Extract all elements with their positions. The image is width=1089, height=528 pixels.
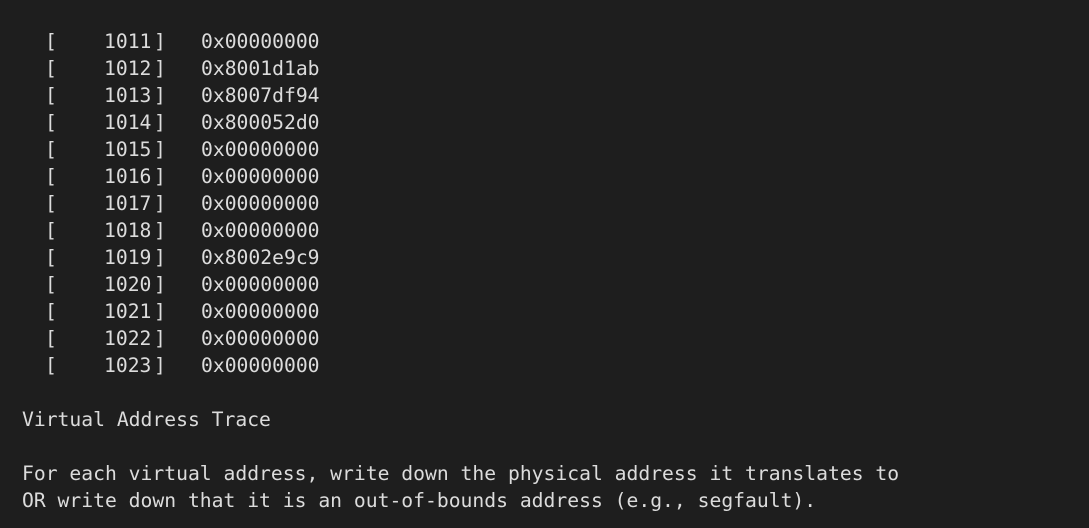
close-bracket: ] [154, 192, 166, 215]
row-index: 1022 [104, 327, 152, 350]
row-value: 0x8001d1ab [201, 57, 320, 80]
open-bracket: [ [45, 84, 57, 107]
row-value: 0x800052d0 [201, 111, 320, 134]
row-value: 0x00000000 [201, 273, 320, 296]
instruction-line-1: For each virtual address, write down the… [22, 462, 900, 485]
open-bracket: [ [45, 30, 57, 53]
instruction-line-2: OR write down that it is an out-of-bound… [22, 489, 817, 512]
open-bracket: [ [45, 165, 57, 188]
close-bracket: ] [154, 57, 166, 80]
close-bracket: ] [154, 111, 166, 134]
row-index: 1017 [104, 192, 152, 215]
open-bracket: [ [45, 327, 57, 350]
close-bracket: ] [154, 219, 166, 242]
close-bracket: ] [154, 246, 166, 269]
row-value: 0x00000000 [201, 354, 320, 377]
open-bracket: [ [45, 111, 57, 134]
open-bracket: [ [45, 192, 57, 215]
open-bracket: [ [45, 354, 57, 377]
open-bracket: [ [45, 300, 57, 323]
close-bracket: ] [154, 84, 166, 107]
close-bracket: ] [154, 327, 166, 350]
close-bracket: ] [154, 30, 166, 53]
row-index: 1014 [104, 111, 152, 134]
row-index: 1015 [104, 138, 152, 161]
close-bracket: ] [154, 138, 166, 161]
open-bracket: [ [45, 219, 57, 242]
row-value: 0x00000000 [201, 300, 320, 323]
close-bracket: ] [154, 165, 166, 188]
row-value: 0x00000000 [201, 30, 320, 53]
open-bracket: [ [45, 138, 57, 161]
row-value: 0x00000000 [201, 219, 320, 242]
row-index: 1016 [104, 165, 152, 188]
open-bracket: [ [45, 57, 57, 80]
row-index: 1012 [104, 57, 152, 80]
row-index: 1013 [104, 84, 152, 107]
row-index: 1021 [104, 300, 152, 323]
row-value: 0x00000000 [201, 165, 320, 188]
close-bracket: ] [154, 300, 166, 323]
section-heading: Virtual Address Trace [22, 408, 271, 431]
row-index: 1019 [104, 246, 152, 269]
row-index: 1020 [104, 273, 152, 296]
row-value: 0x00000000 [201, 192, 320, 215]
row-value: 0x8002e9c9 [201, 246, 320, 269]
row-value: 0x00000000 [201, 327, 320, 350]
row-index: 1011 [104, 30, 152, 53]
terminal-output: [1011] 0x00000000 [1012] 0x8001d1ab [1013] 0x… [0, 0, 1089, 528]
row-index: 1023 [104, 354, 152, 377]
close-bracket: ] [154, 273, 166, 296]
row-value: 0x8007df94 [201, 84, 320, 107]
row-index: 1018 [104, 219, 152, 242]
close-bracket: ] [154, 354, 166, 377]
open-bracket: [ [45, 246, 57, 269]
row-value: 0x00000000 [201, 138, 320, 161]
open-bracket: [ [45, 273, 57, 296]
